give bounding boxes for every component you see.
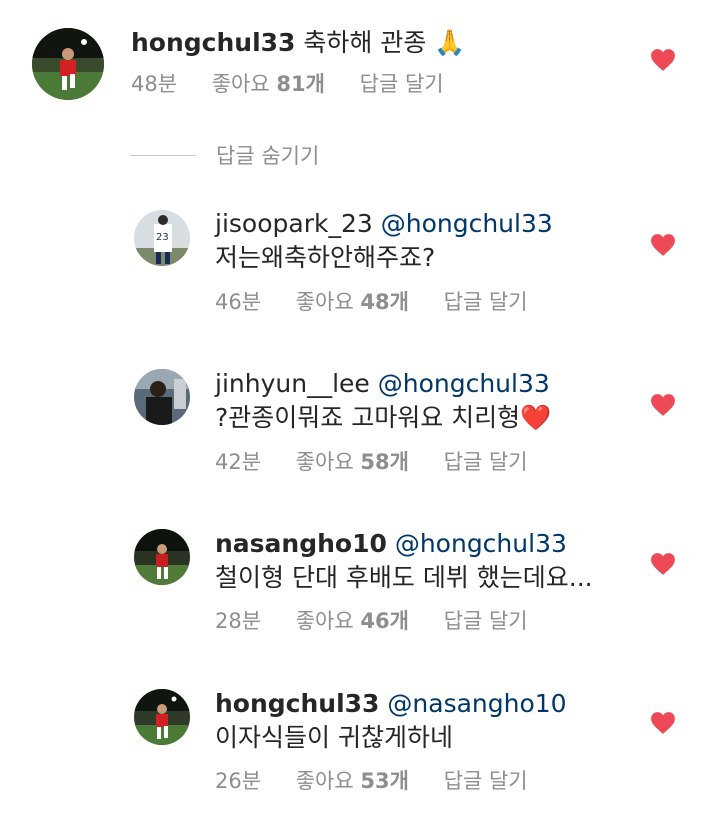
avatar[interactable]	[134, 529, 190, 585]
comment-meta: 42분 좋아요 58개 답글 달기	[215, 449, 556, 475]
likes-number: 46개	[360, 609, 409, 633]
likes-count[interactable]: 좋아요 58개	[296, 450, 409, 474]
comment-line: nasangho10 @hongchul33	[215, 529, 567, 559]
heart-icon[interactable]	[650, 48, 676, 72]
likes-label: 좋아요	[295, 609, 354, 633]
comment-meta: 46분 좋아요 48개 답글 달기	[215, 289, 556, 315]
timestamp: 46분	[215, 290, 262, 314]
likes-number: 58개	[360, 450, 409, 474]
comment-body: 이자식들이 귀찮게하네	[215, 723, 453, 752]
username[interactable]: hongchul33	[131, 28, 295, 57]
comment-body: ?관종이뭐죠 고마워요 치리형	[215, 403, 521, 432]
likes-count[interactable]: 좋아요 53개	[296, 769, 409, 793]
reply-button[interactable]: 답글 달기	[444, 769, 528, 793]
username[interactable]: nasangho10	[215, 529, 387, 558]
likes-label: 좋아요	[295, 450, 354, 474]
mention-link[interactable]: @hongchul33	[395, 529, 567, 558]
heart-icon[interactable]	[650, 393, 676, 417]
avatar[interactable]	[134, 369, 190, 425]
comment-text: 축하해 관종	[303, 28, 427, 57]
comment-meta: 28분 좋아요 46개 답글 달기	[215, 608, 556, 634]
comment-text: 이자식들이 귀찮게하네	[215, 723, 453, 753]
heart-icon[interactable]	[650, 711, 676, 735]
hide-replies-toggle[interactable]: 답글 숨기기	[130, 140, 319, 170]
likes-number: 48개	[360, 290, 409, 314]
username[interactable]: jinhyun__lee	[215, 369, 370, 398]
comment-meta: 48분 좋아요 81개 답글 달기	[131, 71, 472, 97]
username[interactable]: jisoopark_23	[215, 209, 373, 238]
reply-button[interactable]: 답글 달기	[444, 450, 528, 474]
avatar[interactable]	[32, 28, 104, 100]
likes-count[interactable]: 좋아요 46개	[296, 609, 409, 633]
comment-body: 철이형 단대 후배도 데뷔 했는데요...	[215, 563, 593, 592]
comment-body: 저는왜축하안해주죠?	[215, 243, 436, 272]
heart-emoji: ❤️	[520, 403, 552, 432]
likes-count[interactable]: 좋아요 81개	[212, 72, 325, 96]
avatar[interactable]	[134, 689, 190, 745]
reply-button[interactable]: 답글 달기	[444, 609, 528, 633]
timestamp: 48분	[131, 72, 178, 96]
likes-number: 53개	[360, 769, 409, 793]
comment-line: jinhyun__lee @hongchul33	[215, 369, 550, 399]
mention-link[interactable]: @hongchul33	[381, 209, 553, 238]
reply-button[interactable]: 답글 달기	[444, 290, 528, 314]
heart-icon[interactable]	[650, 233, 676, 257]
timestamp: 28분	[215, 609, 262, 633]
comment-text: 저는왜축하안해주죠?	[215, 243, 435, 273]
likes-label: 좋아요	[295, 769, 354, 793]
folded-hands-emoji: 🙏	[434, 28, 466, 57]
comment-line: hongchul33 축하해 관종 🙏	[131, 28, 465, 58]
heart-icon[interactable]	[650, 552, 676, 576]
comment-line: jisoopark_23 @hongchul33	[215, 209, 553, 239]
mention-link[interactable]: @nasangho10	[387, 689, 566, 718]
reply-button[interactable]: 답글 달기	[360, 72, 444, 96]
svg-text:23: 23	[156, 232, 169, 243]
avatar[interactable]: 23	[134, 210, 190, 266]
username[interactable]: hongchul33	[215, 689, 379, 718]
comment-line: hongchul33 @nasangho10	[215, 689, 567, 719]
timestamp: 42분	[215, 450, 262, 474]
comment-meta: 26분 좋아요 53개 답글 달기	[215, 768, 556, 794]
mention-link[interactable]: @hongchul33	[378, 369, 550, 398]
timestamp: 26분	[215, 769, 262, 793]
comment-text: ?관종이뭐죠 고마워요 치리형❤️	[215, 403, 551, 433]
likes-label: 좋아요	[295, 290, 354, 314]
comment-text: 철이형 단대 후배도 데뷔 했는데요...	[215, 563, 593, 593]
hide-replies-label: 답글 숨기기	[216, 144, 320, 168]
likes-count[interactable]: 좋아요 48개	[296, 290, 409, 314]
likes-label: 좋아요	[211, 72, 270, 96]
likes-number: 81개	[276, 72, 325, 96]
divider-line	[130, 154, 196, 156]
